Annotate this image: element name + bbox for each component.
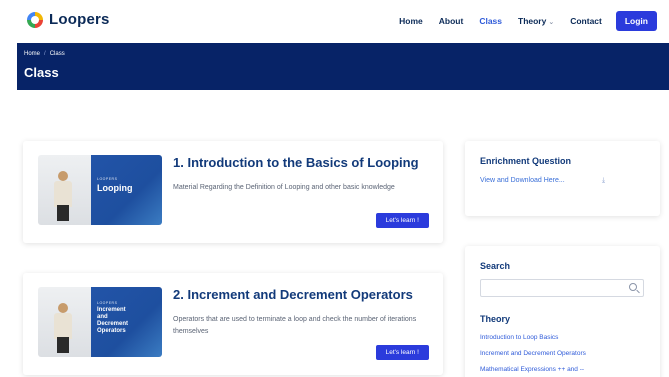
thumbnail-title: Looping [97,183,133,193]
thumbnail-title-line: Operators [97,328,126,334]
thumbnail-title-line: Decrement [97,321,129,327]
lets-learn-button-1[interactable]: Let's learn ! [375,213,429,228]
thumbnail-brand: LOOPERS [97,177,118,181]
course-title-2[interactable]: 2. Increment and Decrement Operators [173,287,413,302]
theory-item[interactable]: Increment and Decrement Operators [480,350,586,357]
person-legs [57,337,69,353]
breadcrumb: Home / Class [24,51,65,57]
theory-item[interactable]: Introduction to Loop Basics [480,334,586,341]
enrichment-title: Enrichment Question [480,156,572,166]
thumbnail-brand: LOOPERS [97,301,118,305]
lets-learn-button-2[interactable]: Let's learn ! [375,345,429,360]
thumbnail-photo [38,287,91,357]
course-description-2: Operators that are used to terminate a l… [173,316,417,335]
search-input[interactable] [480,279,644,297]
page-title: Class [24,65,59,80]
person-body [54,313,72,339]
person-head [58,171,68,181]
breadcrumb-separator: / [44,51,46,57]
loopers-logo-icon [27,11,43,28]
theory-title: Theory [480,314,511,324]
nav-contact[interactable]: Contact [562,16,610,26]
course-title-1[interactable]: 1. Introduction to the Basics of Looping [173,155,419,170]
nav-about[interactable]: About [431,16,472,26]
nav-theory-label: Theory [518,16,547,26]
nav-class[interactable]: Class [471,16,510,26]
thumbnail-title: Increment and Decrement Operators [97,307,128,335]
thumbnail-photo [38,155,91,225]
course-thumbnail-1[interactable]: LOOPERS Looping [38,155,162,225]
nav-home[interactable]: Home [391,16,431,26]
page-header: Home / Class Class [17,43,669,90]
thumbnail-panel: LOOPERS Looping [91,155,162,225]
search-title: Search [480,261,511,271]
person-head [58,303,68,313]
thumbnail-title-line: and [97,314,108,320]
course-thumbnail-2[interactable]: LOOPERS Increment and Decrement Operator… [38,287,162,357]
nav-links: Home About Class Theory ⌄ Contact Login [391,11,657,31]
person-body [54,181,72,207]
search-icon[interactable] [629,283,637,291]
enrichment-card: Enrichment Question View and Download He… [465,141,660,216]
nav-theory-dropdown[interactable]: Theory ⌄ [510,16,562,26]
thumbnail-panel: LOOPERS Increment and Decrement Operator… [91,287,162,357]
breadcrumb-current: Class [49,51,65,57]
chevron-down-icon: ⌄ [548,19,555,26]
enrichment-download-link[interactable]: View and Download Here... [480,177,565,184]
brand-name: Loopers [49,11,110,28]
course-card-2: LOOPERS Increment and Decrement Operator… [23,273,443,375]
course-card-1: LOOPERS Looping 1. Introduction to the B… [23,141,443,243]
course-description-1: Material Regarding the Definition of Loo… [173,184,395,191]
thumbnail-title-line: Increment [97,307,126,313]
brand[interactable]: Loopers [27,11,110,28]
theory-item[interactable]: Mathematical Expressions ++ and -- [480,366,586,373]
navbar: Loopers Home About Class Theory ⌄ Contact… [0,0,669,43]
theory-list: Introduction to Loop Basics Increment an… [480,334,586,377]
breadcrumb-home[interactable]: Home [24,51,40,57]
search-theory-card: Search Theory Introduction to Loop Basic… [465,246,660,377]
person-legs [57,205,69,221]
download-icon[interactable]: ⤓ [602,177,605,185]
login-button[interactable]: Login [615,11,657,31]
